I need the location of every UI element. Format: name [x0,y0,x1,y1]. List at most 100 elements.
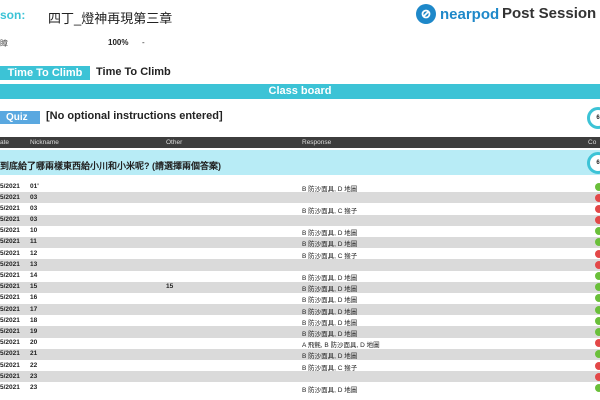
cell-response: B 防沙面具, C 猴子 [302,364,358,372]
cell-nickname: 03 [30,216,38,224]
cell-date: 5/2021 [0,283,20,291]
table-row: 5/2021 16 B 防沙面具, D 地圖 [0,293,600,304]
cell-nickname: 14 [30,272,38,279]
cell-nickname: 20 [30,339,38,347]
table-row: 5/2021 13 [0,259,600,271]
cell-response: B 防沙面具, D 地圖 [302,286,358,294]
table-header: ate Nickname Other Response Co [0,137,600,148]
logo-text: nearpod [440,5,500,23]
cell-nickname: 23 [30,383,38,391]
correct-status-icon [595,316,600,325]
cell-date: 5/2021 [0,361,20,369]
table-row: 5/2021 03 [0,214,600,226]
cell-date: 5/2021 [0,272,20,279]
correct-status-icon [595,272,600,280]
cell-nickname: 01' [30,182,39,190]
cell-nickname: 10 [30,227,38,235]
classboard-banner: Class board [0,84,600,99]
incorrect-status-icon [595,204,600,213]
table-row: 5/2021 23 [0,371,600,383]
table-row: 5/2021 21 B 防沙面具, D 地圖 [0,348,600,361]
cell-response: A 飛氈, B 防沙面具, D 地圖 [302,342,380,350]
cell-date: 5/2021 [0,216,20,224]
cell-response: B 防沙面具, D 地圖 [302,275,358,282]
table-row: 5/2021 17 B 防沙面具, D 地圖 [0,304,600,316]
correct-status-icon [595,182,600,191]
cell-nickname: 22 [30,361,38,369]
table-row: 5/2021 14 B 防沙面具, D 地圖 [0,271,600,282]
lesson-label: son: [0,8,26,22]
cell-response: B 防沙面具, C 猴子 [302,252,358,260]
cell-date: 5/2021 [0,372,20,380]
cell-nickname: 19 [30,327,38,335]
cell-nickname: 11 [30,238,37,246]
cell-date: 5/2021 [0,182,20,190]
cell-response: B 防沙面具, D 地圖 [302,297,358,305]
cell-date: 5/2021 [0,305,20,313]
correct-status-icon [595,327,600,336]
question-row: 到底給了哪兩樣東西給小川和小米呢? (請選擇兩個答案) [0,150,600,175]
table-row: 5/2021 22 B 防沙面具, C 猴子 [0,360,600,372]
table-row: 5/2021 23 B 防沙面具, D 地圖 [0,382,600,394]
quiz-instructions: [No optional instructions entered] [46,110,223,122]
cell-date: 5/2021 [0,193,20,201]
cell-date: 5/2021 [0,339,20,347]
quiz-score-ring: 6 [587,107,600,129]
incorrect-status-icon [595,361,600,370]
cell-date: 5/2021 [0,260,20,268]
incorrect-status-icon [595,193,600,202]
stat-label: 瞕 [0,39,8,48]
table-row: 5/2021 20 A 飛氈, B 防沙面具, D 地圖 [0,338,600,349]
stat-dash: - [142,38,145,47]
col-date-header: ate [0,139,10,146]
cell-nickname: 15 [30,283,38,291]
cell-nickname: 13 [30,260,38,268]
incorrect-status-icon [595,372,600,381]
cell-response: B 防沙面具, D 地圖 [302,241,358,249]
cell-date: 5/2021 [0,294,20,302]
question-text: 到底給了哪兩樣東西給小川和小米呢? (請選擇兩個答案) [0,161,221,171]
time-to-climb-badge: Time To Climb [0,66,90,80]
table-row: 5/2021 18 B 防沙面具, D 地圖 [0,315,600,327]
col-other-header: Other [166,139,183,146]
cell-nickname: 12 [30,249,38,257]
cell-response: B 防沙面具, D 地圖 [302,230,358,238]
table-row: 5/2021 03 [0,192,600,204]
cell-date: 5/2021 [0,350,20,358]
correct-status-icon [595,238,600,247]
incorrect-status-icon [595,260,600,269]
table-row: 5/2021 11 B 防沙面具, D 地圖 [0,236,600,249]
cell-response: B 防沙面具, C 猴子 [302,207,358,215]
table-row: 5/2021 19 B 防沙面具, D 地圖 [0,326,600,338]
correct-status-icon [595,283,600,292]
incorrect-status-icon [595,339,600,348]
cell-date: 5/2021 [0,227,20,235]
cell-date: 5/2021 [0,238,20,246]
response-rows: 5/2021 01' B 防沙面具, D 地圖 5/2021 03 5/2021 03 B 防… [0,181,600,394]
col-correct-header: Co [588,139,597,146]
correct-status-icon [595,383,600,392]
cell-nickname: 03 [30,204,38,212]
cell-response: B 防沙面具, D 地圖 [302,185,358,193]
cell-nickname: 03 [30,193,38,201]
col-response-header: Response [302,139,332,146]
cell-nickname: 17 [30,305,38,313]
cell-response: B 防沙面具, D 地圖 [302,353,358,361]
lesson-title: 四丁_燈神再現第三章 [48,11,173,26]
table-row: 5/2021 12 B 防沙面具, C 猴子 [0,248,600,260]
cell-date: 5/2021 [0,249,20,257]
table-row: 5/2021 03 B 防沙面具, C 猴子 [0,203,600,215]
stat-percent: 100% [108,38,129,47]
nearpod-logo: nearpod [416,4,499,24]
cell-response: B 防沙面具, D 地圖 [302,330,358,338]
quiz-badge: Quiz [0,111,40,124]
table-row: 5/2021 10 B 防沙面具, D 地圖 [0,226,600,237]
cell-response: B 防沙面具, D 地圖 [302,308,358,316]
cell-response: B 防沙面具, D 地圖 [302,319,358,327]
table-row: 5/2021 15 15 B 防沙面具, D 地圖 [0,281,600,294]
incorrect-status-icon [595,216,600,225]
cell-nickname: 23 [30,372,38,380]
cell-other: 15 [166,283,174,291]
cell-date: 5/2021 [0,316,20,324]
cell-date: 5/2021 [0,327,20,335]
